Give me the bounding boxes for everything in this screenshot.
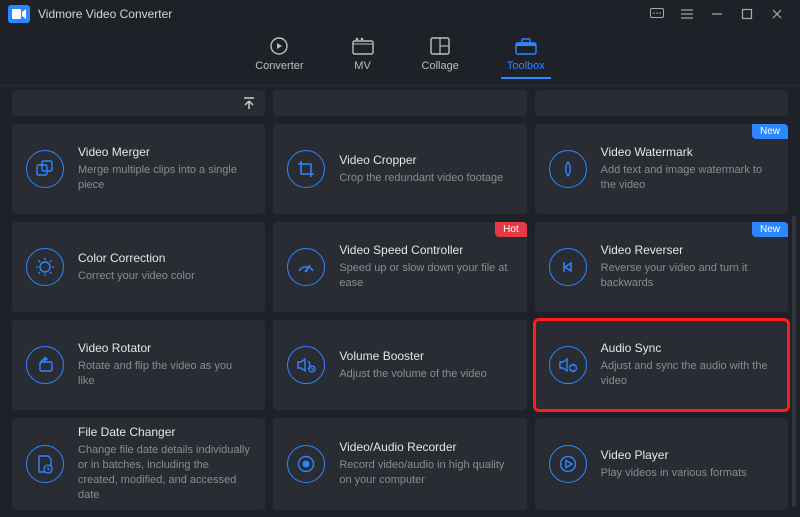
tab-mv[interactable]: MV: [352, 36, 374, 78]
tool-file-date-changer[interactable]: File Date Changer Change file date detai…: [12, 418, 265, 510]
volume-icon: [287, 346, 325, 384]
tool-title: Video Merger: [78, 145, 251, 159]
merger-icon: [26, 150, 64, 188]
tool-video-merger[interactable]: Video Merger Merge multiple clips into a…: [12, 124, 265, 214]
tool-audio-sync[interactable]: Audio Sync Adjust and sync the audio wit…: [535, 320, 788, 410]
tool-title: Video/Audio Recorder: [339, 440, 512, 454]
tool-desc: Record video/audio in high quality on yo…: [339, 458, 512, 488]
tool-title: Video Cropper: [339, 153, 503, 167]
audio-sync-icon: [549, 346, 587, 384]
tab-label: Collage: [422, 60, 459, 72]
collage-icon: [429, 36, 451, 56]
tab-collage[interactable]: Collage: [422, 36, 459, 78]
tool-card-stub[interactable]: [12, 90, 265, 116]
scrollbar[interactable]: [792, 216, 796, 507]
converter-icon: [268, 36, 290, 56]
speed-icon: [287, 248, 325, 286]
tool-title: Video Watermark: [601, 145, 774, 159]
toolbox-icon: [515, 36, 537, 56]
app-logo: [8, 5, 30, 23]
toolbox-content: Video Merger Merge multiple clips into a…: [0, 86, 800, 517]
tool-title: Audio Sync: [601, 341, 774, 355]
hot-badge: Hot: [495, 222, 527, 237]
tab-label: Converter: [255, 60, 303, 72]
maximize-button[interactable]: [732, 0, 762, 28]
menu-icon[interactable]: [672, 0, 702, 28]
tool-desc: Change file date details individually or…: [78, 443, 251, 502]
minimize-button[interactable]: [702, 0, 732, 28]
new-badge: New: [752, 222, 788, 237]
tool-desc: Play videos in various formats: [601, 466, 747, 481]
tab-label: Toolbox: [507, 60, 545, 72]
tool-desc: Adjust the volume of the video: [339, 367, 486, 382]
recorder-icon: [287, 445, 325, 483]
tool-desc: Reverse your video and turn it backwards: [601, 261, 774, 291]
player-icon: [549, 445, 587, 483]
tool-title: Color Correction: [78, 251, 195, 265]
tool-video-cropper[interactable]: Video Cropper Crop the redundant video f…: [273, 124, 526, 214]
tool-video-rotator[interactable]: Video Rotator Rotate and flip the video …: [12, 320, 265, 410]
top-nav: Converter MV Collage Toolbox: [0, 28, 800, 86]
tool-desc: Rotate and flip the video as you like: [78, 359, 251, 389]
close-button[interactable]: [762, 0, 792, 28]
tool-card-stub[interactable]: [535, 90, 788, 116]
color-icon: [26, 248, 64, 286]
tool-desc: Correct your video color: [78, 269, 195, 284]
tool-video-player[interactable]: Video Player Play videos in various form…: [535, 418, 788, 510]
tab-label: MV: [354, 60, 371, 72]
tool-card-stub[interactable]: [273, 90, 526, 116]
tab-converter[interactable]: Converter: [255, 36, 303, 78]
tool-color-correction[interactable]: Color Correction Correct your video colo…: [12, 222, 265, 312]
tool-title: Video Reverser: [601, 243, 774, 257]
tool-volume-booster[interactable]: Volume Booster Adjust the volume of the …: [273, 320, 526, 410]
tool-video-speed-controller[interactable]: Hot Video Speed Controller Speed up or s…: [273, 222, 526, 312]
tool-title: Video Rotator: [78, 341, 251, 355]
cropper-icon: [287, 150, 325, 188]
file-date-icon: [26, 445, 64, 483]
tool-video-audio-recorder[interactable]: Video/Audio Recorder Record video/audio …: [273, 418, 526, 510]
app-title: Vidmore Video Converter: [38, 7, 172, 21]
feedback-icon[interactable]: [642, 0, 672, 28]
tool-desc: Adjust and sync the audio with the video: [601, 359, 774, 389]
tool-title: Volume Booster: [339, 349, 486, 363]
tool-title: Video Player: [601, 448, 747, 462]
tool-desc: Add text and image watermark to the vide…: [601, 163, 774, 193]
titlebar: Vidmore Video Converter: [0, 0, 800, 28]
tab-toolbox[interactable]: Toolbox: [507, 36, 545, 78]
tool-video-watermark[interactable]: New Video Watermark Add text and image w…: [535, 124, 788, 214]
mv-icon: [352, 36, 374, 56]
tool-title: Video Speed Controller: [339, 243, 512, 257]
tool-desc: Speed up or slow down your file at ease: [339, 261, 512, 291]
reverser-icon: [549, 248, 587, 286]
tool-desc: Crop the redundant video footage: [339, 171, 503, 186]
new-badge: New: [752, 124, 788, 139]
tool-title: File Date Changer: [78, 425, 251, 439]
collapse-up-icon[interactable]: [243, 96, 255, 113]
watermark-icon: [549, 150, 587, 188]
tool-video-reverser[interactable]: New Video Reverser Reverse your video an…: [535, 222, 788, 312]
tool-desc: Merge multiple clips into a single piece: [78, 163, 251, 193]
rotator-icon: [26, 346, 64, 384]
